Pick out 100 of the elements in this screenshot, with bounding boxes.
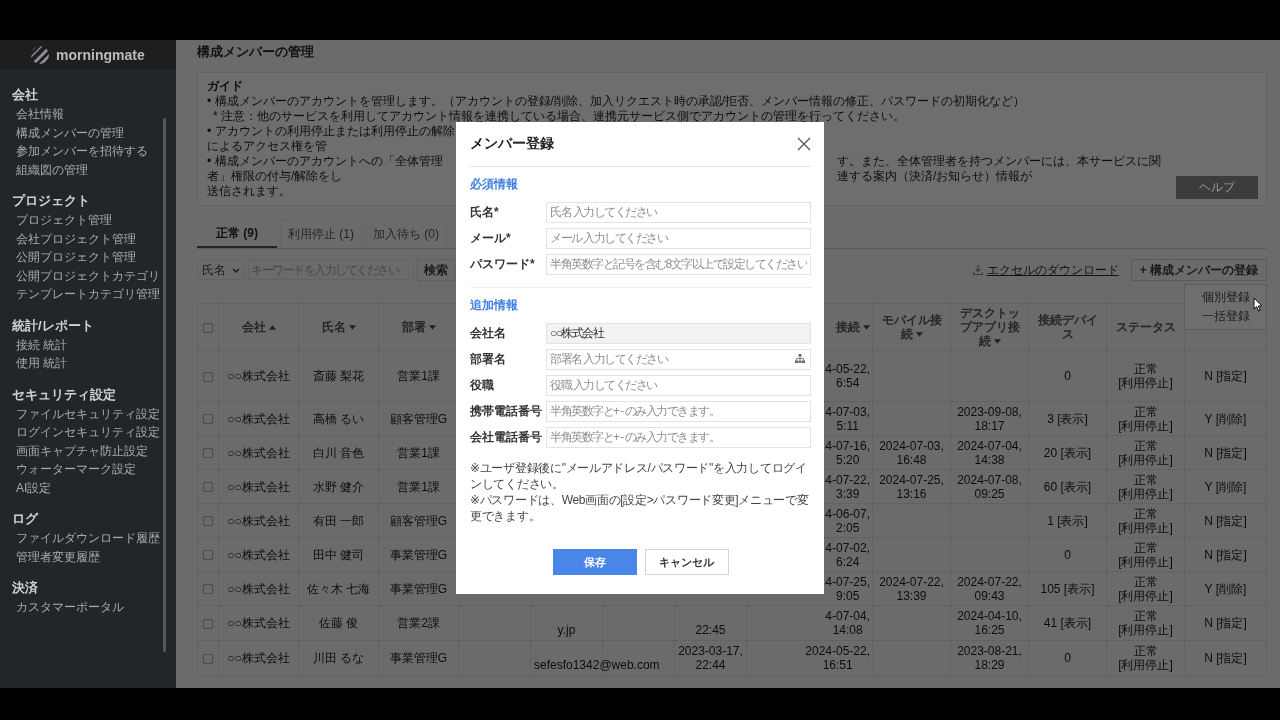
sidebar-item[interactable]: 画面キャプチャ防止設定	[12, 441, 163, 460]
caret-up-icon[interactable]	[268, 325, 276, 331]
input-field[interactable]: 氏名 入力してください	[546, 201, 811, 223]
input-field[interactable]: 部署名 入力してください	[546, 348, 811, 370]
checkbox[interactable]	[203, 653, 213, 664]
sidebar-item[interactable]: 参加メンバーを招待する	[12, 142, 163, 161]
input-field[interactable]: 半角英数字と+ - のみ入力できます。	[546, 426, 811, 448]
table-cell: ○○株式会社	[227, 513, 290, 528]
checkbox[interactable]	[203, 516, 213, 527]
checkbox[interactable]	[203, 550, 213, 561]
table-cell: 営業1課	[397, 445, 440, 460]
field-label: 部署名	[470, 350, 507, 368]
table-cell: 20 [表示]	[1043, 445, 1092, 460]
caret-down-icon[interactable]	[993, 339, 1001, 345]
sidebar-item[interactable]: プロジェクト管理	[12, 211, 163, 230]
sidebar-item[interactable]: ファイルセキュリティ設定	[12, 404, 163, 423]
sidebar-heading: ログ	[12, 510, 40, 528]
table-cell: 正常 [利用停止]	[1118, 609, 1173, 637]
sidebar-item[interactable]: ファイルダウンロード履歴	[12, 529, 163, 548]
table-cell: N [指定]	[1204, 547, 1247, 562]
sidebar-item[interactable]: 公開プロジェクトカテゴリ	[12, 266, 163, 285]
sidebar-item[interactable]: 接続 統計	[12, 335, 163, 354]
table-cell: 2024-07-03, 16:48	[879, 438, 944, 467]
table-cell: 4-07-25, 9:05	[825, 574, 870, 603]
org-chart-icon[interactable]	[795, 353, 805, 363]
sidebar-item[interactable]: テンプレートカテゴリ管理	[12, 285, 163, 304]
scrollbar[interactable]	[163, 118, 166, 652]
table-cell: 川田 るな	[312, 651, 365, 665]
table-cell: 0	[1064, 369, 1071, 383]
sidebar-item[interactable]: ウォーターマーク設定	[12, 460, 163, 479]
sidebar-item[interactable]: 公開プロジェクト管理	[12, 248, 163, 267]
field-label: 会社名	[470, 324, 507, 342]
sidebar-item[interactable]: 組織図の管理	[12, 160, 163, 179]
table-cell: ○○株式会社	[227, 581, 290, 596]
input-field[interactable]: メール 入力してください	[546, 227, 811, 249]
section-title: 追加情報	[470, 297, 519, 314]
cursor-icon	[1253, 297, 1263, 312]
checkbox[interactable]	[203, 414, 213, 425]
page-title: 構成メンバーの管理	[197, 43, 315, 61]
help-button[interactable]: ヘルプ	[1176, 176, 1258, 199]
table-cell: 1 [表示]	[1047, 513, 1088, 528]
guide-title: ガイド	[207, 79, 244, 94]
table-cell: 41 [表示]	[1043, 616, 1092, 630]
sidebar-item[interactable]: カスタマーポータル	[12, 598, 163, 617]
table-cell: 2023-03-17, 22:44	[678, 644, 743, 672]
checkbox[interactable]	[203, 482, 213, 493]
sidebar-item[interactable]: AI設定	[12, 478, 163, 497]
sidebar-heading: 決済	[12, 579, 39, 597]
table-cell: 正常 [利用停止]	[1118, 404, 1173, 433]
logo-icon	[30, 45, 50, 65]
sidebar-item[interactable]: 使用 統計	[12, 354, 163, 373]
table-cell: 顧客管理G	[389, 411, 448, 426]
caret-down-icon[interactable]	[915, 332, 923, 338]
sidebar-item[interactable]: ログインセキュリティ設定	[12, 423, 163, 442]
table-cell: 0	[1064, 547, 1071, 562]
table-cell: 正常 [利用停止]	[1118, 574, 1173, 603]
table-cell: 3 [表示]	[1047, 411, 1088, 426]
table-cell: 2023-08-21, 18:29	[957, 644, 1022, 672]
sidebar-item[interactable]: 会社情報	[12, 105, 163, 124]
table-cell: 4-07-16, 5:20	[825, 438, 870, 467]
table-cell: ○○株式会社	[227, 411, 290, 426]
save-button[interactable]: 保存	[552, 549, 637, 575]
caret-down-icon[interactable]	[863, 325, 870, 331]
section-title: 必須情報	[470, 176, 519, 193]
sidebar-item[interactable]: 管理者変更履歴	[12, 547, 163, 566]
table-cell: ○○株式会社	[227, 547, 290, 562]
field-label: 携帯電話番号	[470, 402, 543, 420]
sidebar-heading: 会社	[12, 86, 39, 104]
sidebar-item[interactable]: 会社プロジェクト管理	[12, 229, 163, 248]
tab[interactable]: 正常 (9)	[197, 220, 277, 248]
input-field[interactable]: ○○株式会社	[546, 322, 811, 344]
table-cell: Y [削除]	[1204, 581, 1247, 596]
sidebar-item[interactable]: 構成メンバーの管理	[12, 123, 163, 142]
logo-text: morningmate	[56, 47, 145, 63]
checkbox[interactable]	[203, 322, 213, 333]
checkbox[interactable]	[203, 618, 213, 629]
table-cell: ○○株式会社	[227, 651, 290, 665]
input-field[interactable]: 半角英数字と記号を含む8文字以上で設定してください	[546, 253, 811, 275]
cancel-button[interactable]: キャンセル	[644, 549, 729, 575]
table-cell: N [指定]	[1204, 616, 1247, 630]
guide-text: • 構成メンバーのアカウントを管理します。（アカウントの登録/削除、加入リクエスト時の承認/拒否、メンバー情報の修正、パスワードの初期化など）	[207, 94, 1026, 109]
table-cell: ○○株式会社	[227, 616, 290, 630]
table-cell: 白川 音色	[312, 445, 365, 460]
table-cell: 正常 [利用停止]	[1118, 540, 1173, 569]
dialog-title: メンバー登録	[470, 135, 554, 153]
table-cell: 佐々木 七海	[306, 581, 371, 596]
checkbox[interactable]	[203, 448, 213, 459]
caret-down-icon[interactable]	[428, 325, 436, 331]
checkbox[interactable]	[203, 371, 213, 382]
caret-down-icon[interactable]	[348, 325, 356, 331]
close-icon[interactable]	[797, 137, 811, 151]
checkbox[interactable]	[203, 584, 213, 595]
input-field[interactable]: 半角英数字と+ - のみ入力できます。	[546, 400, 811, 422]
table-cell: 正常 [利用停止]	[1118, 506, 1173, 535]
guide-text: す。また、全体管理者を持つメンバーには、本サービスに関連する案内（決済/お知らせ）情報が	[837, 154, 1162, 184]
table-cell: 田中 健司	[312, 547, 365, 562]
table-cell: sefesfo1342@web.com	[534, 658, 660, 672]
table-cell: y.jp	[557, 623, 576, 637]
input-field[interactable]: 役職 入力してください	[546, 374, 811, 396]
table-cell: 22:45	[695, 623, 726, 637]
